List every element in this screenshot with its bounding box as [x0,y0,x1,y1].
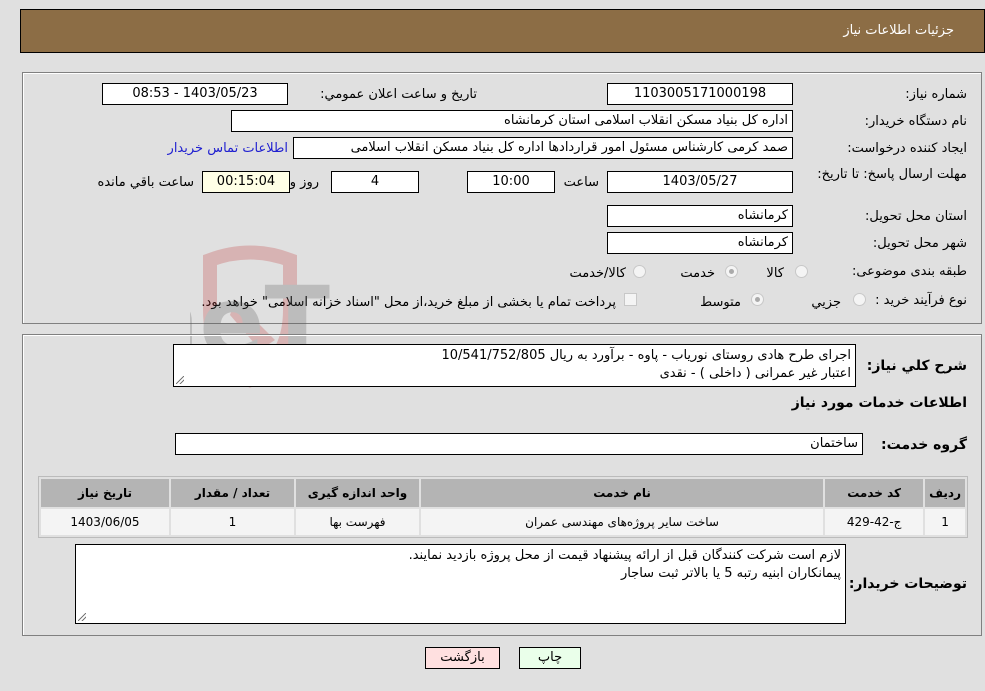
services-section-title: اطلاعات خدمات مورد نياز [791,395,967,411]
city-field: کرمانشاه [607,232,793,254]
buyer-notes-line-1: لازم است شرکت کنندگان قبل از ارائه پیشنه… [408,548,841,563]
days-remaining-field: 4 [331,171,419,193]
need-number-label: شماره نياز: [905,87,967,102]
category-option-goods: کالا [766,266,784,281]
creator-label: ايجاد کننده درخواست: [847,141,967,156]
col-service-name: نام خدمت [421,479,824,507]
process-radio-medium[interactable] [751,293,764,306]
buyer-org-label: نام دستگاه خريدار: [864,114,967,129]
resize-grip-icon[interactable] [176,376,184,384]
description-label: شرح كلي نياز: [866,358,967,374]
cell-unit: فهرست بها [296,509,419,535]
process-option-minor: جزيي [811,295,841,310]
page-title: جزئيات اطلاعات نياز [843,23,954,38]
treasury-note: پرداخت تمام يا بخشی از مبلغ خريد،از محل … [201,295,616,310]
city-label: شهر محل تحويل: [872,236,967,251]
resize-grip-icon[interactable] [78,613,86,621]
cell-quantity: 1 [171,509,294,535]
deadline-time-label: ساعت [563,175,599,190]
category-radio-goods-service[interactable] [633,265,646,278]
cell-need-date: 1403/06/05 [41,509,169,535]
deadline-label: مهلت ارسال پاسخ: تا تاريخ: [817,167,967,182]
days-label: روز و [289,175,319,190]
creator-field: صمد کرمی کارشناس مسئول امور قراردادها اد… [293,137,793,159]
category-label: طبقه بندی موضوعی: [851,264,967,279]
description-textarea[interactable]: اجرای طرح هادی روستای نوریاب - پاوه - بر… [173,344,856,387]
cell-service-code: ج-42-429 [825,509,924,535]
col-unit: واحد اندازه گيری [296,479,419,507]
need-number-field: 1103005171000198 [607,83,793,105]
remaining-time-field: 00:15:04 [202,171,290,193]
table-header-row: رديف کد خدمت نام خدمت واحد اندازه گيری ت… [41,479,965,507]
cell-row-number: 1 [925,509,965,535]
description-line-2: اعتبار غیر عمرانی ( داخلی ) - نقدی [659,366,851,381]
services-table: رديف کد خدمت نام خدمت واحد اندازه گيری ت… [38,476,968,538]
category-option-goods-service: کالا/خدمت [569,266,626,281]
announce-datetime-field: 1403/05/23 - 08:53 [102,83,288,105]
process-label: نوع فرآيند خريد : [875,293,967,308]
page-header: جزئيات اطلاعات نياز [20,9,985,53]
buyer-org-field: اداره کل بنیاد مسکن انقلاب اسلامی استان … [231,110,793,132]
buyer-contact-link[interactable]: اطلاعات تماس خريدار [168,141,288,156]
table-row: 1 ج-42-429 ساخت سایر پروژه‌های مهندسی عم… [41,509,965,535]
cell-service-name: ساخت سایر پروژه‌های مهندسی عمران [421,509,824,535]
announce-label: تاريخ و ساعت اعلان عمومي: [320,87,477,102]
process-option-medium: متوسط [700,295,741,310]
col-service-code: کد خدمت [825,479,924,507]
deadline-date-field: 1403/05/27 [607,171,793,193]
print-button[interactable]: چاپ [519,647,581,669]
deadline-time-field: 10:00 [467,171,555,193]
buyer-notes-line-2: پیمانکاران ابنیه رتبه 5 یا بالاتر ثبت سا… [620,566,841,581]
service-group-field: ساختمان [175,433,863,455]
remaining-time-label: ساعت باقي مانده [97,175,194,190]
category-radio-goods[interactable] [795,265,808,278]
province-label: استان محل تحويل: [865,209,967,224]
col-row-number: رديف [925,479,965,507]
col-need-date: تاريخ نياز [41,479,169,507]
buyer-notes-textarea[interactable]: لازم است شرکت کنندگان قبل از ارائه پیشنه… [75,544,846,624]
category-option-service: خدمت [680,266,715,281]
process-radio-minor[interactable] [853,293,866,306]
province-field: کرمانشاه [607,205,793,227]
col-quantity: تعداد / مقدار [171,479,294,507]
buyer-notes-label: توضيحات خريدار: [848,576,967,592]
description-line-1: اجرای طرح هادی روستای نوریاب - پاوه - بر… [441,348,851,363]
back-button[interactable]: بازگشت [425,647,500,669]
treasury-checkbox[interactable] [624,293,637,306]
service-group-label: گروه خدمت: [881,437,967,453]
category-radio-service[interactable] [725,265,738,278]
